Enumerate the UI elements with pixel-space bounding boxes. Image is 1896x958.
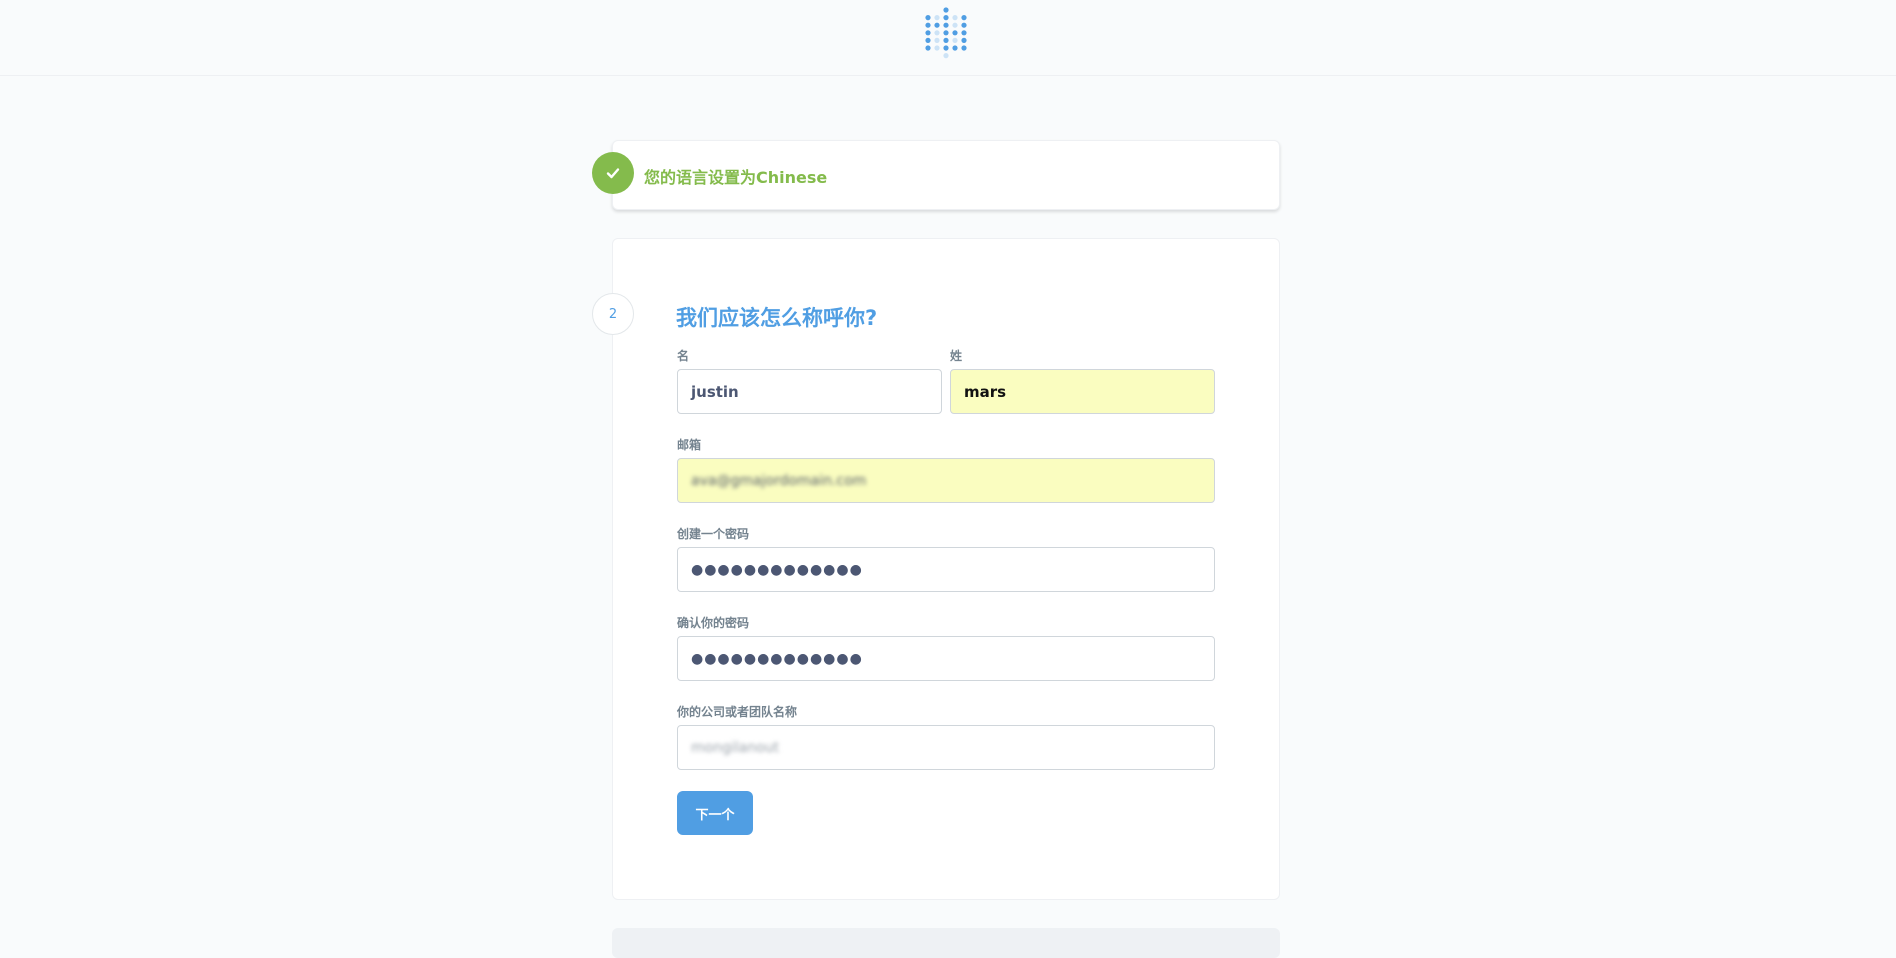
last-name-label: 姓 [950, 349, 963, 363]
confirm-password-input[interactable]: ●●●●●●●●●●●●● [677, 636, 1215, 681]
confirm-password-label: 确认你的密码 [677, 616, 750, 630]
next-step-card[interactable] [612, 928, 1280, 958]
step-complete-badge [592, 152, 634, 194]
last-name-value: mars [964, 382, 1007, 401]
check-icon [606, 168, 620, 179]
first-name-label: 名 [677, 349, 690, 363]
company-value: mongilanout [691, 739, 780, 756]
email-label: 邮箱 [677, 438, 702, 452]
password-value: ●●●●●●●●●●●●● [691, 561, 863, 578]
step-number-badge: 2 [592, 293, 634, 335]
step-heading: 我们应该怎么称呼你? [676, 306, 878, 330]
email-input[interactable]: ava@gmajordomain.com [677, 458, 1215, 503]
first-name-input[interactable]: justin [677, 369, 942, 414]
first-name-value: justin [691, 382, 739, 401]
company-input[interactable]: mongilanout [677, 725, 1215, 770]
confirm-password-value: ●●●●●●●●●●●●● [691, 650, 863, 667]
password-input[interactable]: ●●●●●●●●●●●●● [677, 547, 1215, 592]
email-value: ava@gmajordomain.com [691, 472, 867, 489]
password-label: 创建一个密码 [677, 527, 750, 541]
top-bar [0, 0, 1896, 76]
last-name-input[interactable]: mars [950, 369, 1215, 414]
company-label: 你的公司或者团队名称 [677, 705, 798, 719]
next-button[interactable]: 下一个 [677, 791, 753, 835]
language-status-text: 您的语言设置为Chinese [644, 168, 828, 187]
metabase-logo-icon [925, 7, 967, 59]
